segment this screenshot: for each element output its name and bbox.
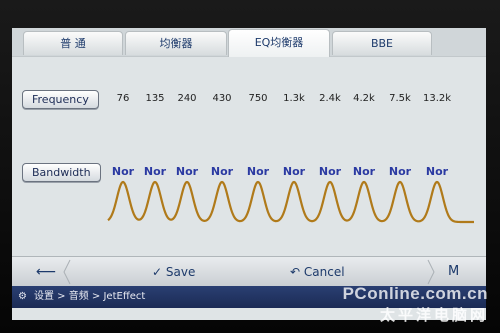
- cancel-button[interactable]: ↶ Cancel: [290, 257, 345, 287]
- watermark-text: 太平洋电脑网: [379, 306, 488, 324]
- save-label: Save: [165, 265, 196, 279]
- tab-bbe[interactable]: BBE: [332, 31, 432, 55]
- frequency-value[interactable]: 7.5k: [385, 93, 415, 104]
- frequency-value[interactable]: 135: [140, 93, 170, 104]
- chevron-right-icon: [427, 259, 435, 285]
- arrow-left-icon[interactable]: ⟵: [36, 257, 56, 287]
- eq-screen: 普 通 均衡器 EQ均衡器 BBE Frequency Bandwidth 76…: [12, 28, 486, 320]
- frequency-value[interactable]: 4.2k: [349, 93, 379, 104]
- m-button[interactable]: M: [448, 257, 459, 287]
- bandwidth-wave: [107, 180, 474, 224]
- frequency-value[interactable]: 76: [108, 93, 138, 104]
- tab-eq-equalizer[interactable]: EQ均衡器: [228, 29, 330, 57]
- frequency-button[interactable]: Frequency: [22, 90, 99, 109]
- frequency-value[interactable]: 240: [172, 93, 202, 104]
- watermark-logo: PConline.com.cn: [342, 284, 488, 303]
- cancel-label: Cancel: [303, 265, 345, 279]
- frequency-value[interactable]: 13.2k: [422, 93, 452, 104]
- tab-normal[interactable]: 普 通: [23, 31, 123, 55]
- tab-bar: 普 通 均衡器 EQ均衡器 BBE: [12, 28, 486, 57]
- frequency-value[interactable]: 2.4k: [315, 93, 345, 104]
- frequency-value[interactable]: 430: [207, 93, 237, 104]
- chevron-left-icon: [63, 259, 71, 285]
- undo-icon: ↶: [290, 265, 301, 279]
- frequency-value[interactable]: 750: [243, 93, 273, 104]
- frequency-value[interactable]: 1.3k: [279, 93, 309, 104]
- check-icon: ✓: [152, 265, 163, 279]
- save-button[interactable]: ✓ Save: [152, 257, 195, 287]
- breadcrumb: 设置 > 音频 > JetEffect: [34, 291, 146, 302]
- bottom-toolbar: ⟵ ✓ Save ↶ Cancel M: [12, 256, 486, 287]
- gear-icon: ⚙: [18, 291, 27, 302]
- tab-equalizer[interactable]: 均衡器: [125, 31, 227, 55]
